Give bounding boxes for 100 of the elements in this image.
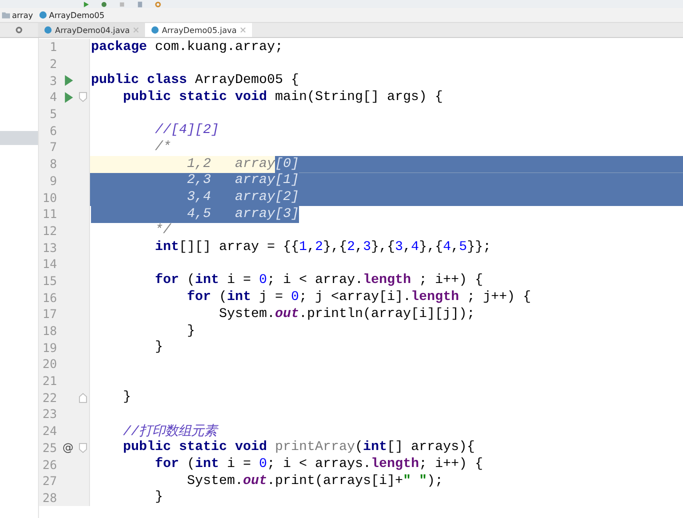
code-text: ; i++) { <box>418 272 483 290</box>
code-text: , <box>354 239 363 256</box>
line-number: 5 <box>48 107 57 122</box>
tree-row-highlight <box>0 131 38 145</box>
number-text: 0 <box>290 289 299 306</box>
line-number: 1 <box>48 40 57 54</box>
code-text: } <box>186 322 195 340</box>
keyword-text: package <box>91 39 147 56</box>
code-text: },{ <box>322 239 347 256</box>
keyword-text: int <box>226 289 251 306</box>
comment-text: [0] <box>274 156 299 172</box>
folder-icon <box>2 11 10 19</box>
field-text: length <box>410 289 459 306</box>
comment-text: //[4][2] <box>154 122 219 140</box>
line-number: 21 <box>42 374 57 388</box>
line-number: 13 <box>42 240 57 255</box>
code-text: , <box>306 239 315 256</box>
fold-icon[interactable] <box>79 92 87 102</box>
stop-icon[interactable] <box>118 1 126 8</box>
comment-text: */ <box>154 222 171 240</box>
file-tab[interactable]: ArrayDemo05.java <box>144 23 252 37</box>
number-text: 0 <box>258 272 267 290</box>
line-number: 15 <box>42 274 57 288</box>
keyword-text: for <box>186 289 211 306</box>
code-text: } <box>154 339 163 356</box>
comment-text: /* <box>154 139 171 156</box>
line-number: 10 <box>42 190 57 205</box>
line-number: 17 <box>42 307 57 322</box>
code-text: ( <box>186 456 195 473</box>
class-icon <box>150 26 159 34</box>
keyword-text: public static void <box>122 440 267 456</box>
keyword-text: for <box>154 456 179 473</box>
code-text: [][] array = {{ <box>178 239 299 256</box>
field-text: length <box>370 456 419 473</box>
number-text: 2 <box>314 239 323 256</box>
code-text: [] arrays){ <box>386 440 475 456</box>
run-icon[interactable] <box>64 75 72 86</box>
debug-icon[interactable] <box>100 1 108 8</box>
code-text: .println(array[i][j]); <box>298 306 475 323</box>
code-text: },{ <box>370 239 395 256</box>
code-text: ; i++) { <box>418 456 483 473</box>
comment-text: 1,2 array <box>186 156 275 172</box>
comment-text: 4,5 array[3] <box>91 206 299 223</box>
line-number: 28 <box>42 490 57 505</box>
breadcrumb-item[interactable]: ArrayDemo05 <box>38 10 104 20</box>
code-text: System. <box>218 306 275 323</box>
number-text: 1 <box>298 239 307 256</box>
number-text: 3 <box>362 239 371 256</box>
code-text: .print(arrays[i]+ <box>266 472 403 490</box>
code-text: ( <box>354 440 363 456</box>
line-number: 18 <box>42 324 57 338</box>
line-number: 20 <box>42 357 57 372</box>
keyword-text: for <box>154 272 179 290</box>
line-number: 23 <box>42 407 57 422</box>
line-number: 19 <box>42 340 57 355</box>
line-number: 8 <box>48 157 57 172</box>
keyword-text: int <box>194 456 219 473</box>
line-number: 16 <box>42 290 57 305</box>
keyword-text: int <box>154 239 179 256</box>
number-text: 3 <box>394 239 403 256</box>
field-text: out <box>274 306 299 323</box>
settings-icon[interactable] <box>154 1 162 8</box>
fold-icon[interactable] <box>79 442 87 453</box>
number-text: 4 <box>442 239 451 256</box>
keyword-text: public static void <box>122 89 267 106</box>
code-text: } <box>154 490 163 506</box>
code-text: main(String[] args) { <box>274 89 443 106</box>
code-text: ); <box>426 472 443 490</box>
field-text: out <box>242 472 267 490</box>
fold-icon[interactable] <box>79 392 87 403</box>
keyword-text: public class <box>91 72 187 90</box>
close-icon[interactable] <box>132 27 139 33</box>
field-text: length <box>362 272 411 290</box>
number-text: 2 <box>346 239 355 256</box>
code-text: System. <box>186 472 243 490</box>
line-number: 6 <box>48 124 57 138</box>
close-icon[interactable] <box>240 27 246 33</box>
line-number: 9 <box>48 174 57 188</box>
code-text: , <box>450 239 459 256</box>
code-text: ; i < arrays. <box>266 456 371 473</box>
line-number: 14 <box>42 257 57 272</box>
line-number: 22 <box>42 390 57 405</box>
number-text: 5 <box>458 239 467 256</box>
keyword-text: int <box>194 272 219 290</box>
line-number: 26 <box>42 458 57 472</box>
code-text: ; i < array. <box>266 272 363 290</box>
file-tab[interactable]: ArrayDemo04.java <box>38 23 145 37</box>
line-number: 7 <box>48 140 57 154</box>
string-text: " " <box>402 472 427 490</box>
breadcrumb-item[interactable]: array <box>2 10 33 20</box>
line-number: 2 <box>48 57 57 72</box>
code-text: j = <box>258 289 284 306</box>
code-text: ; j <array[i]. <box>298 289 411 306</box>
gutter-mark[interactable]: @ <box>62 441 74 454</box>
run-icon[interactable] <box>64 92 72 103</box>
line-number: 25 <box>42 440 57 455</box>
code-text: }}; <box>466 239 491 256</box>
number-text: 0 <box>258 456 267 473</box>
line-number: 27 <box>42 474 57 488</box>
code-text: ( <box>186 272 195 290</box>
